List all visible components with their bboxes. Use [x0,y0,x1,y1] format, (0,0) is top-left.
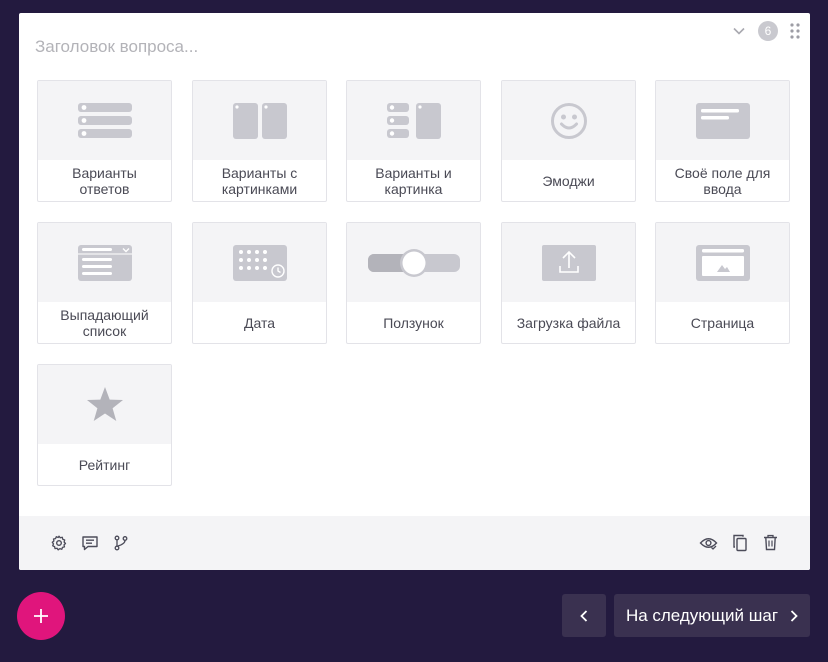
type-tile-text-field[interactable]: Своё поле для ввода [655,80,790,202]
type-tile-label: Ползунок [383,314,444,331]
chevron-left-icon [580,609,588,622]
next-step-button[interactable]: На следующий шаг [614,594,810,637]
type-tile-options[interactable]: Варианты ответов [37,80,172,202]
star-icon [86,386,123,421]
dropdown-icon [77,244,132,281]
upload-icon [541,244,596,281]
card-header-controls: 6 [730,21,802,41]
chevron-down-icon[interactable] [730,22,748,40]
next-step-label: На следующий шаг [625,605,779,625]
branch-icon[interactable] [111,533,130,552]
card-footer-toolbar [19,516,810,570]
type-tile-label: Дата [243,314,275,331]
type-tile-label: Эмоджи [542,172,595,189]
comment-icon[interactable] [80,533,99,552]
image-options-icon [232,102,287,139]
question-card: Заголовок вопроса... 6 Варианты ответов … [19,13,810,570]
type-tile-label: Выпадающий список [60,306,149,339]
emoji-icon [550,102,587,139]
type-tile-emoji[interactable]: Эмоджи [501,80,636,202]
type-tile-options-and-image[interactable]: Варианты и картинка [346,80,481,202]
chevron-right-icon [790,609,798,622]
type-tile-slider[interactable]: Ползунок [346,222,481,344]
list-options-icon [77,102,132,138]
plus-icon [34,609,48,623]
type-tile-label: Рейтинг [78,456,131,473]
options-and-image-icon [386,102,441,139]
type-tile-date[interactable]: Дата [192,222,327,344]
type-tile-label: Варианты и картинка [375,164,452,197]
type-tile-label: Страница [690,314,755,331]
type-tile-dropdown[interactable]: Выпадающий список [37,222,172,344]
question-number-badge: 6 [758,21,778,41]
question-title-input[interactable]: Заголовок вопроса... [35,37,635,57]
previous-step-button[interactable] [562,594,606,637]
type-tile-label: Своё поле для ввода [674,164,771,197]
eye-icon[interactable] [699,533,718,552]
type-tile-page[interactable]: Страница [655,222,790,344]
copy-icon[interactable] [730,533,749,552]
type-tile-label: Варианты ответов [72,164,137,197]
type-tile-label: Загрузка файла [516,314,621,331]
type-tile-label: Варианты с картинками [221,164,298,197]
page-icon [695,244,750,281]
text-field-icon [695,102,750,139]
drag-handle-icon[interactable] [788,22,802,40]
trash-icon[interactable] [761,533,780,552]
gear-icon[interactable] [49,533,68,552]
slider-icon [367,248,460,277]
type-tile-image-options[interactable]: Варианты с картинками [192,80,327,202]
add-question-button[interactable] [17,592,65,640]
type-tile-rating[interactable]: Рейтинг [37,364,172,486]
type-tile-file-upload[interactable]: Загрузка файла [501,222,636,344]
calendar-icon [232,244,287,281]
